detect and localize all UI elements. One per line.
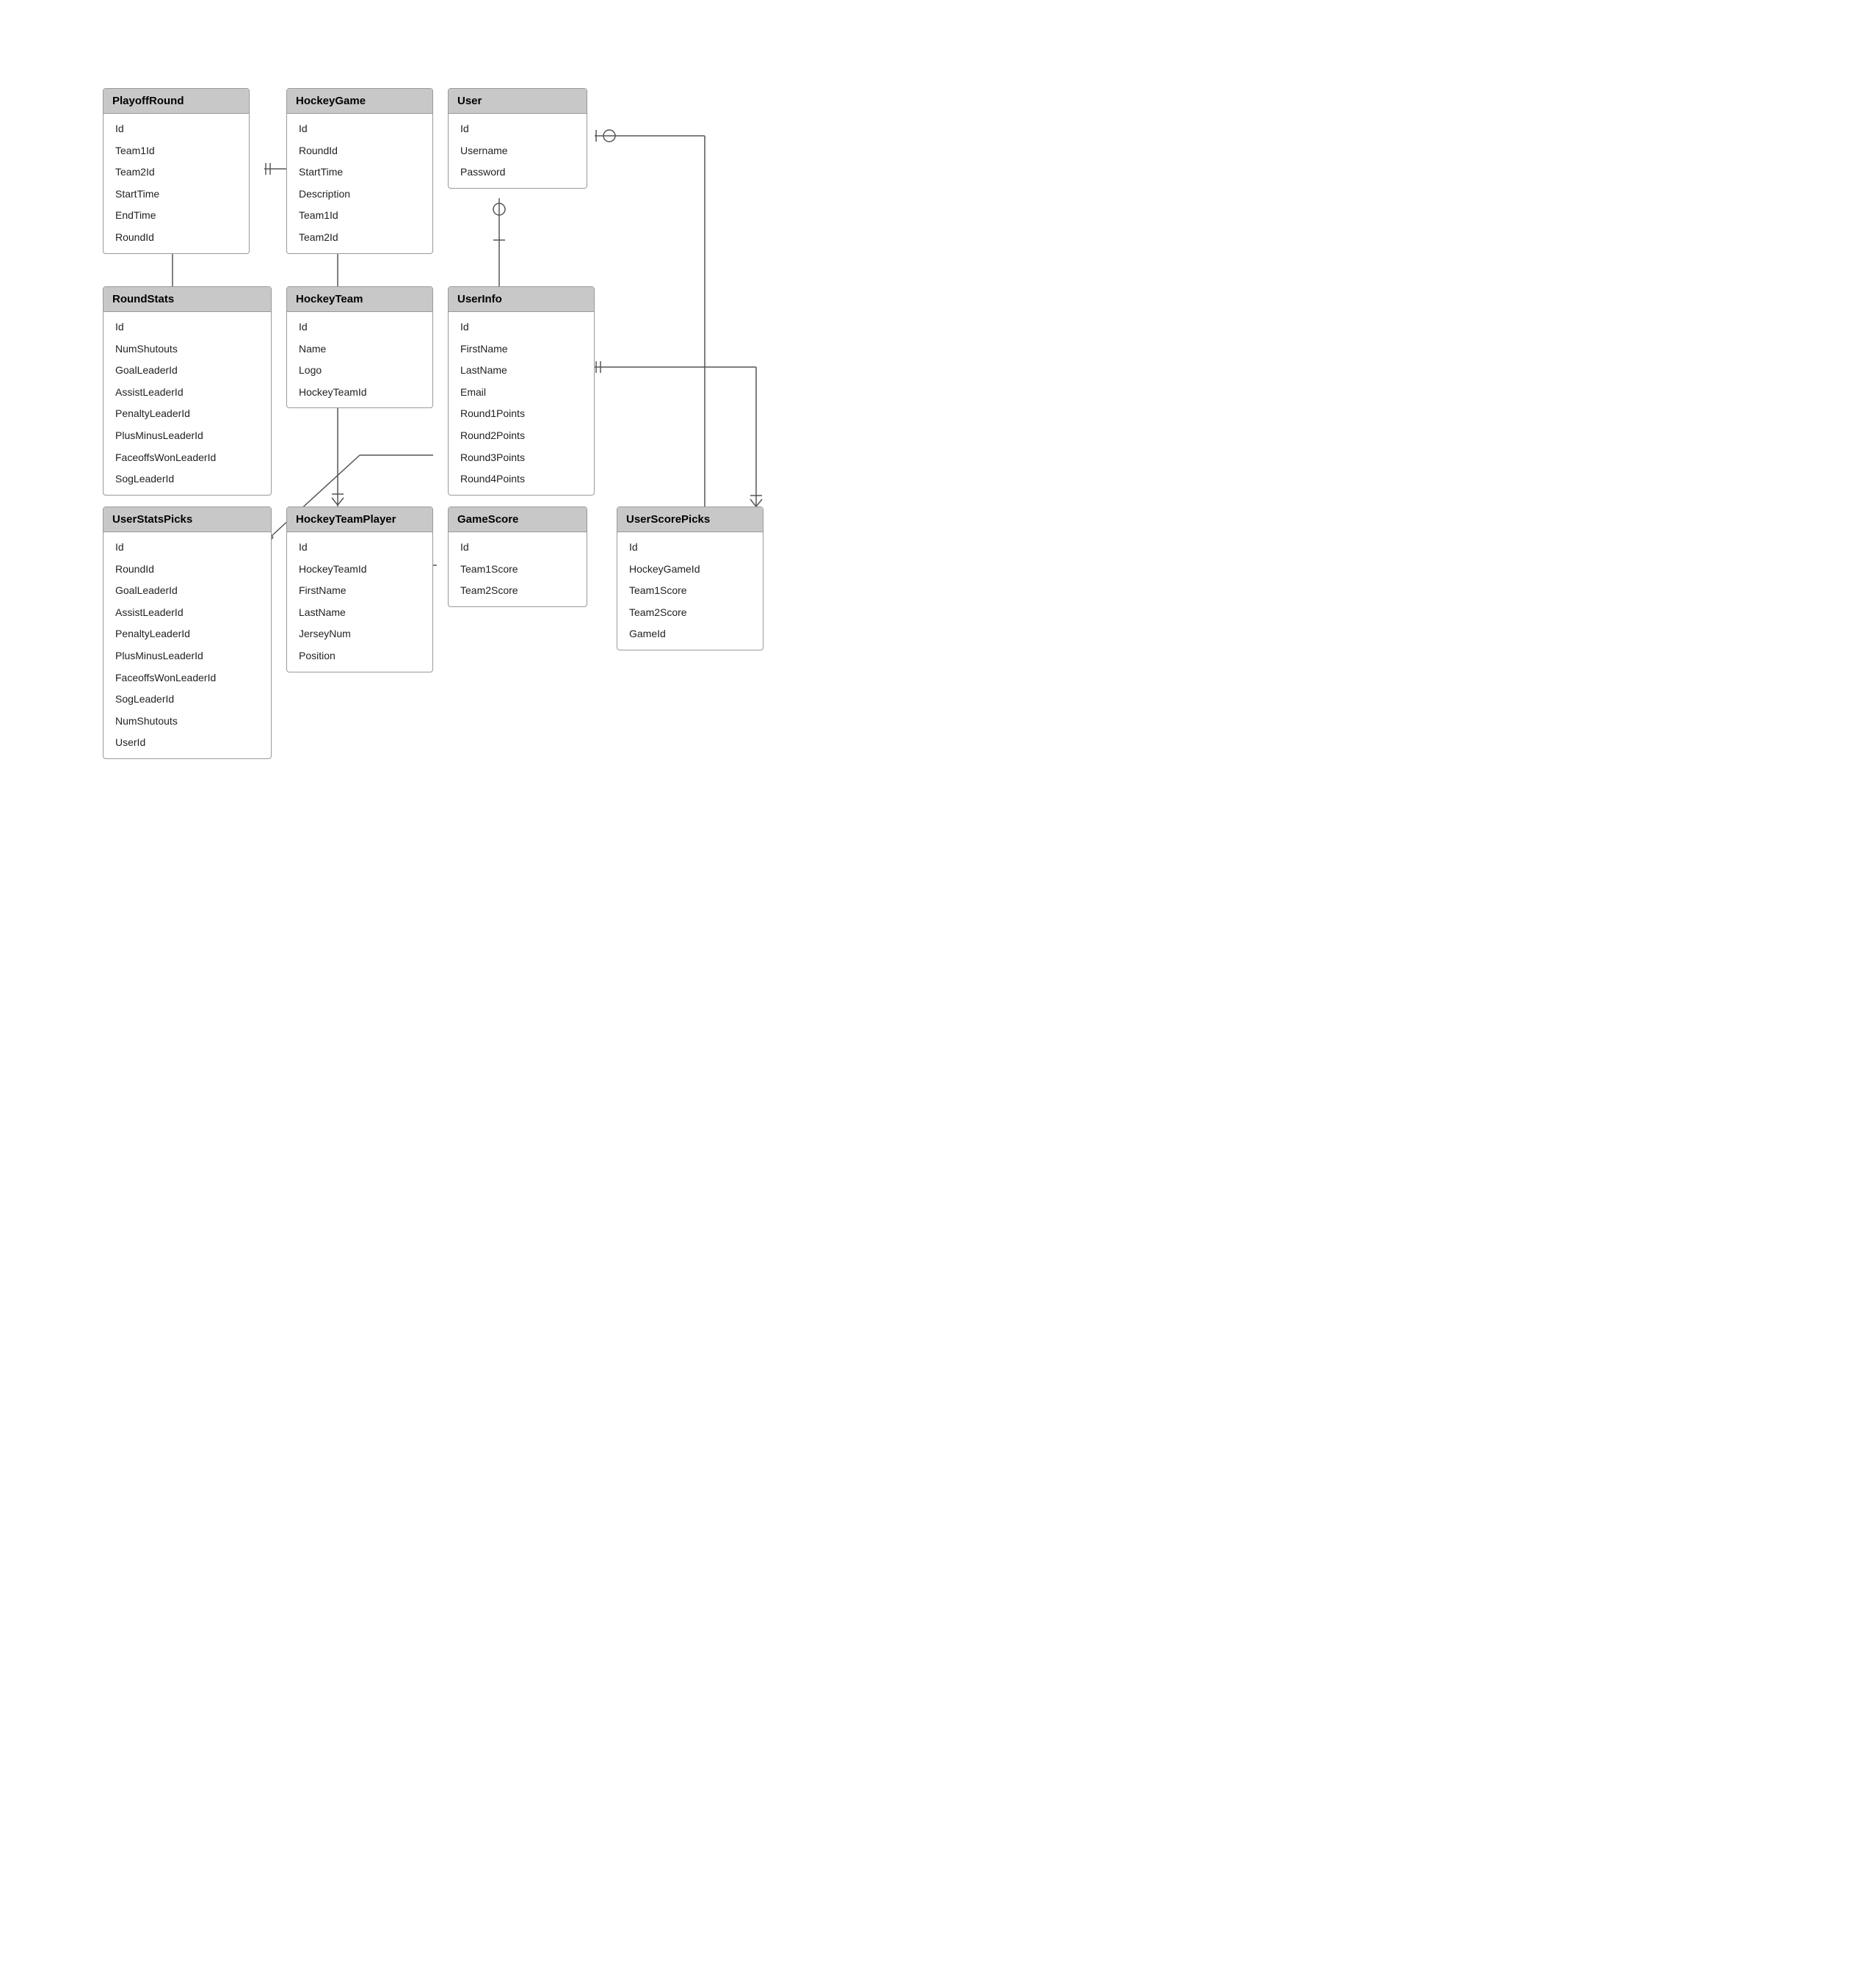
field-hockeyteamplayer-id: Id bbox=[287, 537, 432, 559]
field-userstatspicks-faceoffswonleaderid: FaceoffsWonLeaderId bbox=[104, 667, 271, 689]
entity-userinfo: UserInfo Id FirstName LastName Email Rou… bbox=[448, 286, 595, 496]
field-gamescore-team1score: Team1Score bbox=[449, 559, 587, 581]
field-userstatspicks-goalleaderid: GoalLeaderId bbox=[104, 580, 271, 602]
field-userscorepicks-hockeygameid: HockeyGameId bbox=[617, 559, 763, 581]
diagram-container: PlayoffRound Id Team1Id Team2Id StartTim… bbox=[0, 0, 1872, 1988]
field-roundstats-faceoffswonleaderid: FaceoffsWonLeaderId bbox=[104, 447, 271, 469]
field-userinfo-round3points: Round3Points bbox=[449, 447, 594, 469]
entity-user-header: User bbox=[449, 89, 587, 114]
field-roundstats-sogleaderid: SogLeaderId bbox=[104, 468, 271, 490]
field-roundstats-plusminusleaderid: PlusMinusLeaderId bbox=[104, 425, 271, 447]
field-userinfo-firstname: FirstName bbox=[449, 338, 594, 360]
field-userinfo-round2points: Round2Points bbox=[449, 425, 594, 447]
entity-userinfo-header: UserInfo bbox=[449, 287, 594, 312]
entity-roundstats-header: RoundStats bbox=[104, 287, 271, 312]
field-hockeyteamplayer-jerseynum: JerseyNum bbox=[287, 623, 432, 645]
field-hockeyteam-hockeyteamid: HockeyTeamId bbox=[287, 382, 432, 404]
entity-userscorepicks: UserScorePicks Id HockeyGameId Team1Scor… bbox=[617, 507, 763, 650]
entity-userscorepicks-body: Id HockeyGameId Team1Score Team2Score Ga… bbox=[617, 532, 763, 650]
field-playoffround-endtime: EndTime bbox=[104, 205, 249, 227]
field-hockeygame-team2id: Team2Id bbox=[287, 227, 432, 249]
field-userinfo-lastname: LastName bbox=[449, 360, 594, 382]
field-user-password: Password bbox=[449, 162, 587, 184]
field-hockeyteamplayer-position: Position bbox=[287, 645, 432, 667]
field-roundstats-goalleaderid: GoalLeaderId bbox=[104, 360, 271, 382]
field-hockeyteamplayer-hockeyteamid: HockeyTeamId bbox=[287, 559, 432, 581]
field-roundstats-id: Id bbox=[104, 316, 271, 338]
field-hockeygame-id: Id bbox=[287, 118, 432, 140]
field-hockeygame-description: Description bbox=[287, 184, 432, 206]
field-gamescore-id: Id bbox=[449, 537, 587, 559]
entity-hockeyteam-header: HockeyTeam bbox=[287, 287, 432, 312]
entity-hockeygame-header: HockeyGame bbox=[287, 89, 432, 114]
field-userinfo-round1points: Round1Points bbox=[449, 403, 594, 425]
entity-playoffround: PlayoffRound Id Team1Id Team2Id StartTim… bbox=[103, 88, 250, 254]
field-userinfo-id: Id bbox=[449, 316, 594, 338]
connections-svg bbox=[0, 0, 1872, 1988]
field-hockeygame-starttime: StartTime bbox=[287, 162, 432, 184]
field-userstatspicks-penaltyleaderid: PenaltyLeaderId bbox=[104, 623, 271, 645]
field-hockeyteamplayer-firstname: FirstName bbox=[287, 580, 432, 602]
field-userscorepicks-team2score: Team2Score bbox=[617, 602, 763, 624]
field-hockeyteam-name: Name bbox=[287, 338, 432, 360]
field-hockeyteam-id: Id bbox=[287, 316, 432, 338]
field-userscorepicks-team1score: Team1Score bbox=[617, 580, 763, 602]
field-user-id: Id bbox=[449, 118, 587, 140]
field-hockeygame-roundid: RoundId bbox=[287, 140, 432, 162]
entity-hockeyteamplayer-header: HockeyTeamPlayer bbox=[287, 507, 432, 532]
entity-userinfo-body: Id FirstName LastName Email Round1Points… bbox=[449, 312, 594, 495]
field-playoffround-id: Id bbox=[104, 118, 249, 140]
entity-hockeygame: HockeyGame Id RoundId StartTime Descript… bbox=[286, 88, 433, 254]
entity-roundstats-body: Id NumShutouts GoalLeaderId AssistLeader… bbox=[104, 312, 271, 495]
field-userstatspicks-roundid: RoundId bbox=[104, 559, 271, 581]
entity-gamescore-body: Id Team1Score Team2Score bbox=[449, 532, 587, 606]
field-hockeyteamplayer-lastname: LastName bbox=[287, 602, 432, 624]
entity-hockeyteam-body: Id Name Logo HockeyTeamId bbox=[287, 312, 432, 407]
field-userinfo-round4points: Round4Points bbox=[449, 468, 594, 490]
field-playoffround-team2id: Team2Id bbox=[104, 162, 249, 184]
entity-userscorepicks-header: UserScorePicks bbox=[617, 507, 763, 532]
entity-user: User Id Username Password bbox=[448, 88, 587, 189]
entity-hockeyteamplayer-body: Id HockeyTeamId FirstName LastName Jerse… bbox=[287, 532, 432, 672]
field-userstatspicks-assistleaderid: AssistLeaderId bbox=[104, 602, 271, 624]
field-user-username: Username bbox=[449, 140, 587, 162]
entity-playoffround-header: PlayoffRound bbox=[104, 89, 249, 114]
entity-userstatspicks: UserStatsPicks Id RoundId GoalLeaderId A… bbox=[103, 507, 272, 759]
field-roundstats-assistleaderid: AssistLeaderId bbox=[104, 382, 271, 404]
field-userstatspicks-sogleaderid: SogLeaderId bbox=[104, 689, 271, 711]
entity-userstatspicks-body: Id RoundId GoalLeaderId AssistLeaderId P… bbox=[104, 532, 271, 758]
entity-hockeyteam: HockeyTeam Id Name Logo HockeyTeamId bbox=[286, 286, 433, 408]
entity-hockeyteamplayer: HockeyTeamPlayer Id HockeyTeamId FirstNa… bbox=[286, 507, 433, 672]
field-userinfo-email: Email bbox=[449, 382, 594, 404]
field-userscorepicks-gameid: GameId bbox=[617, 623, 763, 645]
entity-playoffround-body: Id Team1Id Team2Id StartTime EndTime Rou… bbox=[104, 114, 249, 253]
field-userscorepicks-id: Id bbox=[617, 537, 763, 559]
entity-gamescore-header: GameScore bbox=[449, 507, 587, 532]
entity-userstatspicks-header: UserStatsPicks bbox=[104, 507, 271, 532]
field-hockeyteam-logo: Logo bbox=[287, 360, 432, 382]
entity-hockeygame-body: Id RoundId StartTime Description Team1Id… bbox=[287, 114, 432, 253]
field-playoffround-team1id: Team1Id bbox=[104, 140, 249, 162]
field-gamescore-team2score: Team2Score bbox=[449, 580, 587, 602]
field-userstatspicks-numshutouts: NumShutouts bbox=[104, 711, 271, 733]
field-roundstats-numshutouts: NumShutouts bbox=[104, 338, 271, 360]
field-roundstats-penaltyleaderid: PenaltyLeaderId bbox=[104, 403, 271, 425]
field-userstatspicks-plusminusleaderid: PlusMinusLeaderId bbox=[104, 645, 271, 667]
entity-user-body: Id Username Password bbox=[449, 114, 587, 188]
field-userstatspicks-userid: UserId bbox=[104, 732, 271, 754]
entity-gamescore: GameScore Id Team1Score Team2Score bbox=[448, 507, 587, 607]
field-userstatspicks-id: Id bbox=[104, 537, 271, 559]
field-hockeygame-team1id: Team1Id bbox=[287, 205, 432, 227]
field-playoffround-roundid: RoundId bbox=[104, 227, 249, 249]
field-playoffround-starttime: StartTime bbox=[104, 184, 249, 206]
entity-roundstats: RoundStats Id NumShutouts GoalLeaderId A… bbox=[103, 286, 272, 496]
